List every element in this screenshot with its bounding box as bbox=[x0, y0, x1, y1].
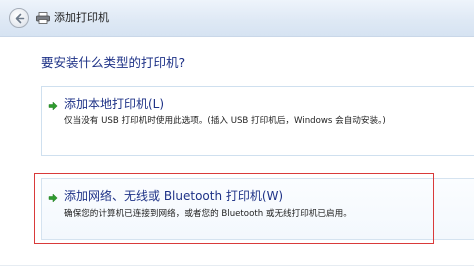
green-arrow-icon bbox=[48, 193, 58, 203]
window-title: 添加打印机 bbox=[54, 11, 109, 24]
add-printer-window: 添加打印机 要安装什么类型的打印机? 添加本地打印机(L) 仅当没有 USB 打… bbox=[0, 0, 474, 277]
title-bar: 添加打印机 bbox=[0, 0, 474, 37]
page-heading: 要安装什么类型的打印机? bbox=[41, 55, 186, 70]
back-arrow-icon bbox=[15, 13, 25, 24]
add-local-printer-description: 仅当没有 USB 打印机时使用此选项。(插入 USB 打印机后，Windows … bbox=[64, 116, 386, 126]
add-local-printer-option[interactable]: 添加本地打印机(L) 仅当没有 USB 打印机时使用此选项。(插入 USB 打印… bbox=[41, 86, 474, 156]
add-network-printer-title: 添加网络、无线或 Bluetooth 打印机(W) bbox=[64, 189, 284, 203]
add-local-printer-title: 添加本地打印机(L) bbox=[64, 97, 165, 111]
add-network-printer-option[interactable]: 添加网络、无线或 Bluetooth 打印机(W) 确保您的计算机已连接到网络，… bbox=[41, 178, 474, 240]
divider bbox=[0, 265, 474, 266]
add-network-printer-description: 确保您的计算机已连接到网络，或者您的 Bluetooth 或无线打印机已启用。 bbox=[64, 209, 352, 219]
back-button[interactable] bbox=[9, 8, 29, 28]
green-arrow-icon bbox=[48, 101, 58, 111]
printer-icon bbox=[36, 12, 50, 24]
